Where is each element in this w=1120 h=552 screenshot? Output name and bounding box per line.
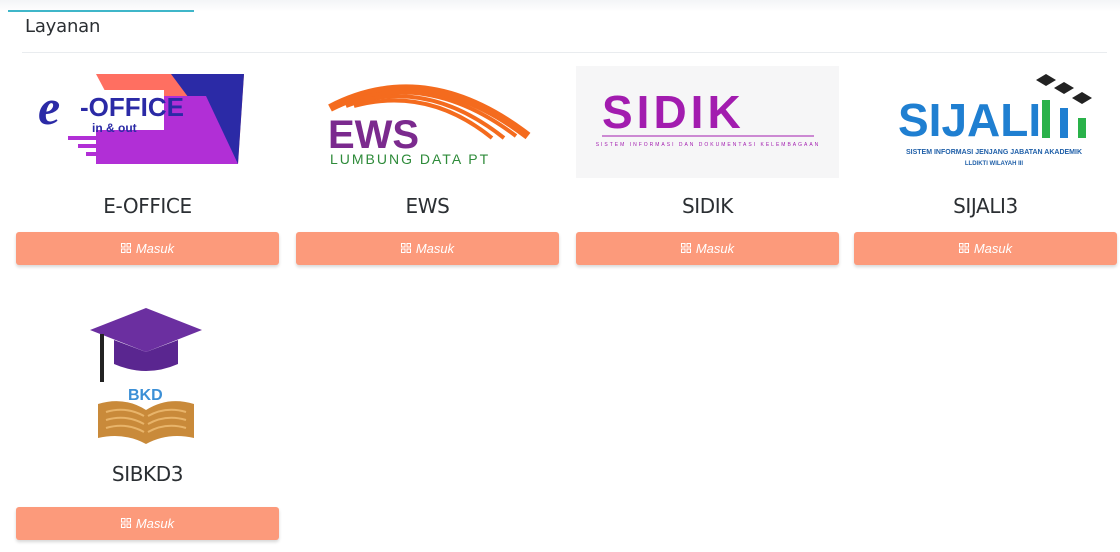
sijali3-logo-sub2: LLDIKTI WILAYAH III (965, 161, 1024, 167)
login-icon (958, 241, 969, 256)
sidik-logo-text: SIDIK (602, 86, 745, 138)
service-card-ews: EWS LUMBUNG DATA PT EWS Masuk (296, 66, 559, 306)
ews-logo-sub: LUMBUNG DATA PT (330, 151, 490, 167)
masuk-button-sibkd3[interactable]: Masuk (16, 507, 279, 540)
eoffice-logo-text: -OFFICE (80, 92, 184, 122)
masuk-button-sidik[interactable]: Masuk (576, 232, 839, 265)
sibkd3-logo-text: BKD (128, 387, 163, 404)
login-icon (400, 241, 411, 256)
sidik-logo-sub: SISTEM INFORMASI DAN DOKUMENTASI KELEMBA… (596, 142, 821, 148)
masuk-label: Masuk (135, 516, 175, 531)
masuk-label: Masuk (695, 241, 735, 256)
service-card-sidik: SIDIK SISTEM INFORMASI DAN DOKUMENTASI K… (576, 66, 839, 306)
masuk-label: Masuk (135, 241, 175, 256)
service-name: SIDIK (681, 194, 733, 218)
masuk-label: Masuk (415, 241, 455, 256)
sijali3-logo: SIJALI SISTEM INFORMASI JENJANG JABATAN … (854, 66, 1117, 178)
sibkd3-logo: BKD (16, 300, 279, 450)
section-divider (22, 52, 1107, 53)
service-name: EWS (405, 194, 450, 218)
ews-logo: EWS LUMBUNG DATA PT (296, 66, 559, 178)
service-card-sijali3: SIJALI SISTEM INFORMASI JENJANG JABATAN … (854, 66, 1117, 306)
masuk-button-sijali3[interactable]: Masuk (854, 232, 1117, 265)
service-card-sibkd3: BKD SIBKD3 Masuk (16, 300, 279, 540)
login-icon (120, 241, 131, 256)
masuk-button-eoffice[interactable]: Masuk (16, 232, 279, 265)
sijali3-logo-text: SIJALI (898, 94, 1041, 146)
masuk-button-ews[interactable]: Masuk (296, 232, 559, 265)
login-icon (680, 241, 691, 256)
active-tab-indicator (8, 10, 194, 12)
login-icon (120, 516, 131, 531)
service-name: SIJALI3 (953, 194, 1018, 218)
sijali3-logo-sub: SISTEM INFORMASI JENJANG JABATAN AKADEMI… (906, 149, 1082, 156)
sidik-logo: SIDIK SISTEM INFORMASI DAN DOKUMENTASI K… (576, 66, 839, 178)
eoffice-logo-sub: in & out (92, 121, 137, 135)
service-name: E-OFFICE (103, 194, 192, 218)
service-name: SIBKD3 (111, 462, 184, 486)
masuk-label: Masuk (973, 241, 1013, 256)
eoffice-logo: e -OFFICE in & out (16, 66, 279, 178)
service-card-eoffice: e -OFFICE in & out E-OFFICE Masuk (16, 66, 279, 306)
svg-text:e: e (38, 79, 60, 135)
section-title: Layanan (25, 16, 101, 37)
